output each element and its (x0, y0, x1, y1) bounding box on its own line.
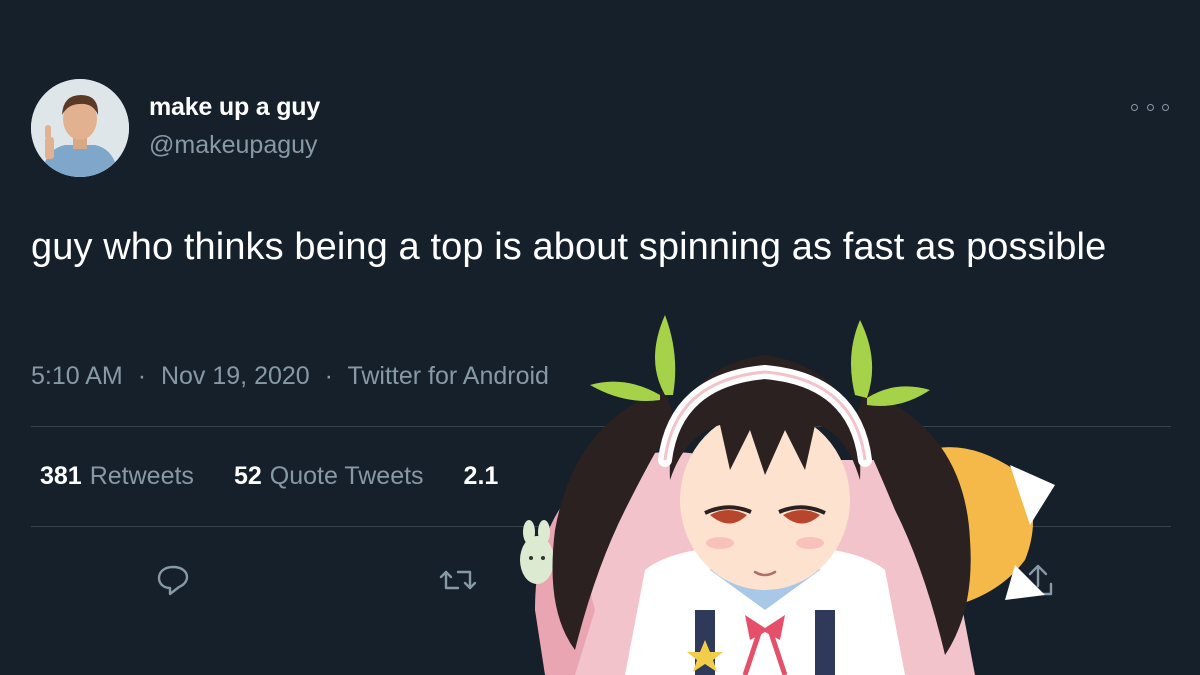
more-options-button[interactable] (1131, 98, 1169, 116)
avatar[interactable] (31, 79, 129, 177)
quote-tweets-stat[interactable]: 52 Quote Tweets (234, 462, 424, 491)
dot-icon (1146, 103, 1154, 111)
likes-stat[interactable]: 2.1 (464, 462, 507, 491)
tweet-time[interactable]: 5:10 AM (31, 362, 123, 390)
anime-girl-sticker-icon (520, 315, 1055, 675)
retweet-button[interactable] (438, 560, 478, 600)
profile-photo-icon (31, 79, 129, 177)
retweet-icon (439, 570, 477, 590)
tweet-text: guy who thinks being a top is about spin… (31, 226, 1107, 268)
dot-icon (1162, 103, 1169, 111)
author-display-name[interactable]: make up a guy (149, 93, 320, 122)
reply-button[interactable] (153, 560, 193, 600)
engagement-stats: 381 Retweets 52 Quote Tweets 2.1 (40, 462, 506, 491)
dot-icon (1131, 103, 1138, 111)
separator: · (137, 362, 147, 390)
tweet-date[interactable]: Nov 19, 2020 (161, 362, 310, 390)
tweet-metadata: 5:10 AM · Nov 19, 2020 · Twitter for And… (31, 362, 549, 391)
author-handle[interactable]: @makeupaguy (149, 131, 318, 160)
retweets-stat[interactable]: 381 Retweets (40, 462, 194, 491)
reply-icon (157, 565, 189, 596)
separator: · (324, 362, 333, 390)
